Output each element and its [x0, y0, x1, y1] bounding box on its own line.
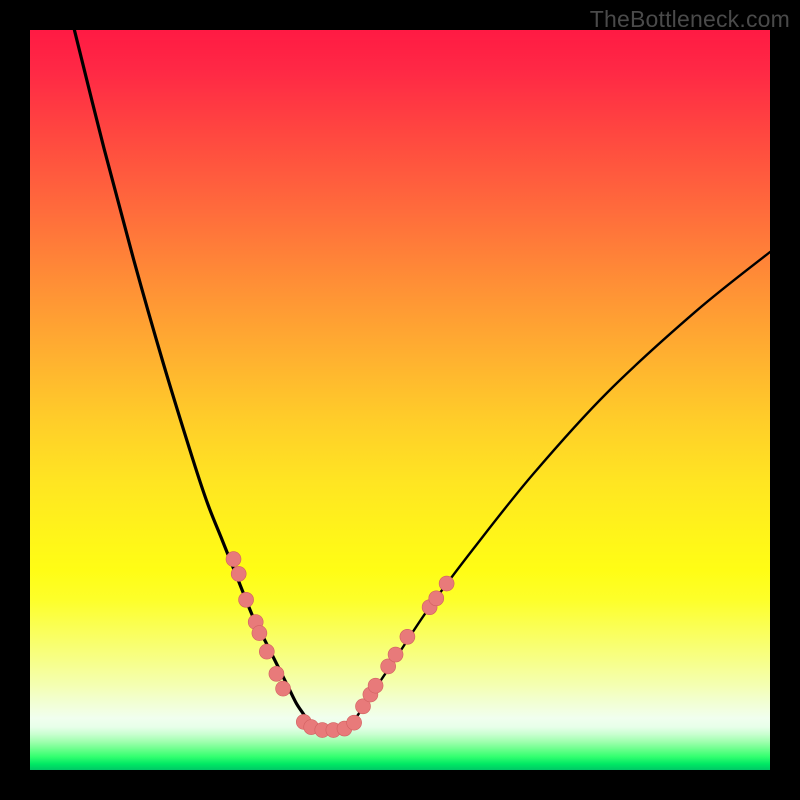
- plot-area: [30, 30, 770, 770]
- marker-right-upper: [429, 591, 444, 606]
- marker-left-mid: [259, 644, 274, 659]
- marker-left-upper: [226, 552, 241, 567]
- marker-right-mid: [400, 629, 415, 644]
- marker-left-mid: [252, 626, 267, 641]
- marker-right-upper: [439, 576, 454, 591]
- chart-svg: [30, 30, 770, 770]
- marker-left-upper: [239, 592, 254, 607]
- marker-left-low: [276, 681, 291, 696]
- marker-floor: [347, 715, 362, 730]
- right-curve: [348, 252, 770, 726]
- marker-right-mid: [388, 647, 403, 662]
- marker-right-low: [368, 678, 383, 693]
- marker-left-upper: [231, 566, 246, 581]
- data-markers: [226, 552, 454, 738]
- chart-frame: TheBottleneck.com: [0, 0, 800, 800]
- left-curve: [74, 30, 311, 726]
- marker-left-low: [269, 666, 284, 681]
- watermark-text: TheBottleneck.com: [590, 6, 790, 33]
